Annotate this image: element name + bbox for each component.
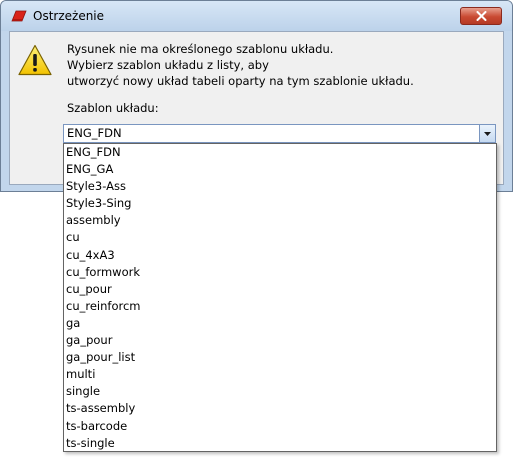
dropdown-option[interactable]: ga_pour <box>64 332 496 349</box>
layout-template-combobox[interactable]: ENG_FDN <box>63 124 496 143</box>
dropdown-option[interactable]: cu_pour <box>64 281 496 298</box>
dropdown-option[interactable]: cu <box>64 229 496 246</box>
chevron-down-icon <box>484 131 491 136</box>
message-line: Rysunek nie ma określonego szablonu ukła… <box>67 42 334 56</box>
dropdown-button[interactable] <box>479 125 495 142</box>
layout-template-label: Szablon układu: <box>67 101 159 115</box>
dropdown-option[interactable]: Style3-Ass <box>64 178 496 195</box>
dropdown-option[interactable]: cu_reinforcm <box>64 298 496 315</box>
dropdown-option[interactable]: assembly <box>64 212 496 229</box>
dropdown-option[interactable]: ts-assembly <box>64 400 496 417</box>
close-button[interactable] <box>460 7 502 25</box>
dropdown-option[interactable]: ga <box>64 315 496 332</box>
message-line: utworzyć nowy układ tabeli oparty na tym… <box>67 74 414 88</box>
dropdown-option[interactable]: single <box>64 383 496 400</box>
dropdown-option[interactable]: cu_4xA3 <box>64 247 496 264</box>
combobox-value: ENG_FDN <box>67 126 122 140</box>
dropdown-option[interactable]: ts-single <box>64 435 496 451</box>
dropdown-option[interactable]: ts-barcode <box>64 418 496 435</box>
title-bar[interactable]: Ostrzeżenie <box>1 1 512 31</box>
dropdown-option[interactable]: ga_pour_list <box>64 349 496 366</box>
dropdown-option[interactable]: cu_formwork <box>64 264 496 281</box>
dropdown-option[interactable]: ENG_GA <box>64 161 496 178</box>
dropdown-option[interactable]: Style3-Sing <box>64 195 496 212</box>
app-icon <box>11 10 27 22</box>
close-icon <box>476 11 486 21</box>
layout-template-dropdown-list: ENG_FDN ENG_GA Style3-Ass Style3-Sing as… <box>63 143 497 452</box>
warning-icon <box>18 44 52 76</box>
warning-message: Rysunek nie ma określonego szablonu ukła… <box>67 41 414 89</box>
dropdown-option[interactable]: multi <box>64 366 496 383</box>
dropdown-option[interactable]: ENG_FDN <box>64 144 496 161</box>
window-title: Ostrzeżenie <box>33 9 105 23</box>
message-line: Wybierz szablon układu z listy, aby <box>67 58 269 72</box>
